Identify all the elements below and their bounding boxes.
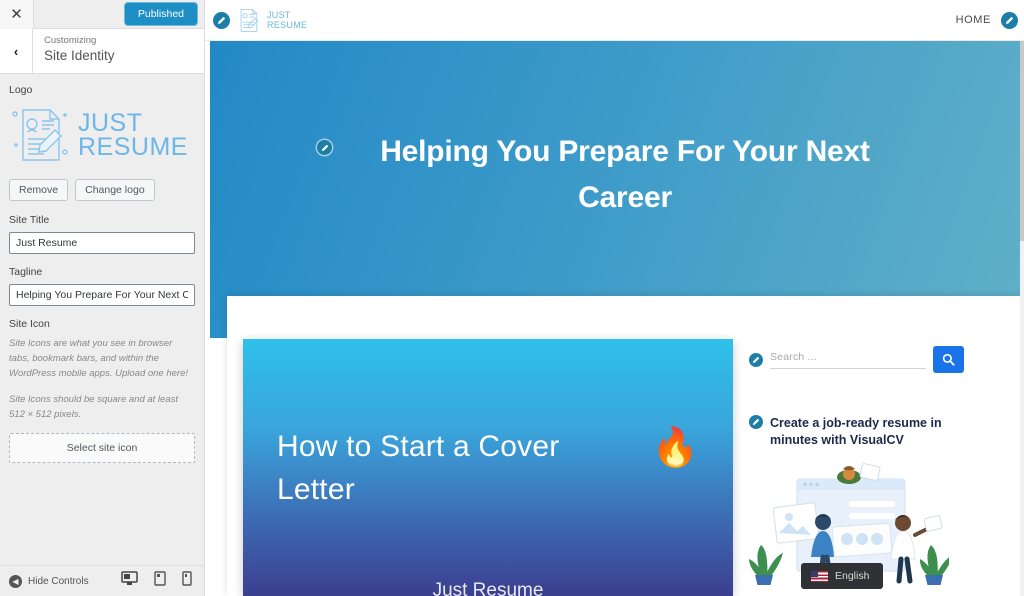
device-tablet-button[interactable] [154, 571, 166, 591]
section-title: Site Identity [44, 48, 115, 63]
scrollbar-thumb[interactable] [1020, 41, 1024, 241]
promo-title: Create a job-ready resume in minutes wit… [770, 416, 942, 447]
header-word-just: JUST [267, 10, 291, 20]
site-nav: HOME [956, 11, 1020, 29]
fire-log-emoji-icon: 🔥 [651, 427, 699, 469]
logo-wordmark: JUST RESUME [78, 109, 188, 161]
logo-actions: Remove Change logo [9, 179, 195, 201]
content-card: How to Start a Cover Letter 🔥 Just Resum… [227, 296, 1024, 596]
post-title: How to Start a Cover Letter [277, 430, 560, 506]
edit-shortcut-hero-button[interactable] [317, 140, 332, 155]
customizer-topbar: ✕ Published [0, 0, 204, 29]
chevron-left-icon: ‹ [13, 43, 19, 59]
search-submit-button[interactable] [933, 346, 964, 373]
device-mobile-button[interactable] [182, 571, 192, 591]
desktop-icon [121, 571, 138, 585]
logo-word-resume: RESUME [78, 133, 188, 161]
hide-controls-button[interactable]: ◀ Hide Controls [9, 574, 89, 588]
tagline-input[interactable] [9, 284, 195, 306]
header-resume-icon [240, 8, 259, 32]
select-site-icon-button[interactable]: Select site icon [9, 433, 195, 463]
sidebar-widgets: Search ... Create a job-ready resume in … [749, 339, 964, 596]
back-button[interactable]: ‹ [0, 29, 33, 73]
hide-controls-label: Hide Controls [28, 575, 89, 587]
edit-shortcut-nav-button[interactable] [1001, 11, 1018, 29]
search-widget: Search ... [749, 346, 964, 373]
site-icon-label: Site Icon [9, 318, 50, 330]
site-title-label: Site Title [9, 214, 50, 226]
edit-shortcut-logo-button[interactable] [213, 11, 230, 29]
section-header-text: Customizing Site Identity [33, 29, 115, 73]
logo-word-just: JUST [78, 109, 143, 137]
customizing-eyebrow: Customizing [44, 35, 97, 46]
site-icon-description-2: Site Icons should be square and at least… [9, 394, 179, 420]
site-logo-area: JUST RESUME [213, 6, 307, 35]
pencil-icon [752, 356, 760, 363]
pencil-icon [321, 144, 328, 151]
close-icon: ✕ [10, 6, 23, 23]
customizer-section-header: ‹ Customizing Site Identity [0, 29, 204, 74]
device-desktop-button[interactable] [121, 571, 138, 591]
featured-post-card[interactable]: How to Start a Cover Letter 🔥 Just Resum… [243, 339, 733, 596]
customizer-screen: ✕ Published ‹ Customizing Site Identity … [0, 0, 1024, 596]
promo-widget: Create a job-ready resume in minutes wit… [749, 415, 964, 449]
post-card-footer: Just Resume [432, 580, 544, 596]
edit-shortcut-promo-button[interactable] [749, 415, 763, 429]
remove-logo-button[interactable]: Remove [9, 179, 69, 201]
nav-item-home[interactable]: HOME [956, 14, 991, 26]
language-switcher[interactable]: English [801, 563, 884, 589]
language-label: English [835, 570, 870, 582]
site-preview: JUST RESUME HOME Helping You Prepare For… [205, 0, 1024, 596]
pencil-icon [752, 418, 760, 426]
header-word-resume: RESUME [267, 20, 308, 30]
search-input[interactable]: Search ... [770, 351, 926, 369]
logo-preview: JUST RESUME [9, 102, 195, 168]
hero-section: Helping You Prepare For Your Next Career [210, 41, 1024, 338]
search-icon [942, 353, 955, 366]
post-title-wrap: How to Start a Cover Letter 🔥 [243, 425, 733, 511]
pencil-icon [218, 16, 226, 24]
customizer-panel: ✕ Published ‹ Customizing Site Identity … [0, 0, 205, 596]
header-wordmark: JUST RESUME [267, 10, 307, 30]
site-icon-description-1: Site Icons are what you see in browser t… [9, 338, 189, 379]
pencil-icon [1006, 16, 1014, 24]
customizer-controls: Logo JUST RESUME Remove Change logo Site… [0, 74, 204, 565]
us-flag-icon [811, 570, 828, 582]
preview-scrollbar[interactable] [1020, 41, 1024, 596]
hero-title: Helping You Prepare For Your Next Career [380, 135, 870, 214]
edit-shortcut-search-button[interactable] [749, 352, 763, 367]
site-title-input[interactable] [9, 232, 195, 254]
promo-illustration: English [749, 463, 953, 589]
tagline-label: Tagline [9, 266, 43, 278]
logo-label: Logo [9, 84, 33, 96]
collapse-icon: ◀ [9, 574, 22, 588]
close-customizer-button[interactable]: ✕ [0, 0, 34, 29]
change-logo-button[interactable]: Change logo [75, 179, 155, 201]
tablet-icon [154, 571, 166, 586]
customizer-footer: ◀ Hide Controls [0, 565, 204, 596]
mobile-icon [182, 571, 192, 586]
publish-button[interactable]: Published [124, 2, 197, 26]
device-preview-switcher [121, 571, 192, 591]
site-header: JUST RESUME HOME [205, 0, 1024, 41]
resume-document-icon [12, 109, 68, 161]
hero-content: Helping You Prepare For Your Next Career [317, 129, 917, 221]
